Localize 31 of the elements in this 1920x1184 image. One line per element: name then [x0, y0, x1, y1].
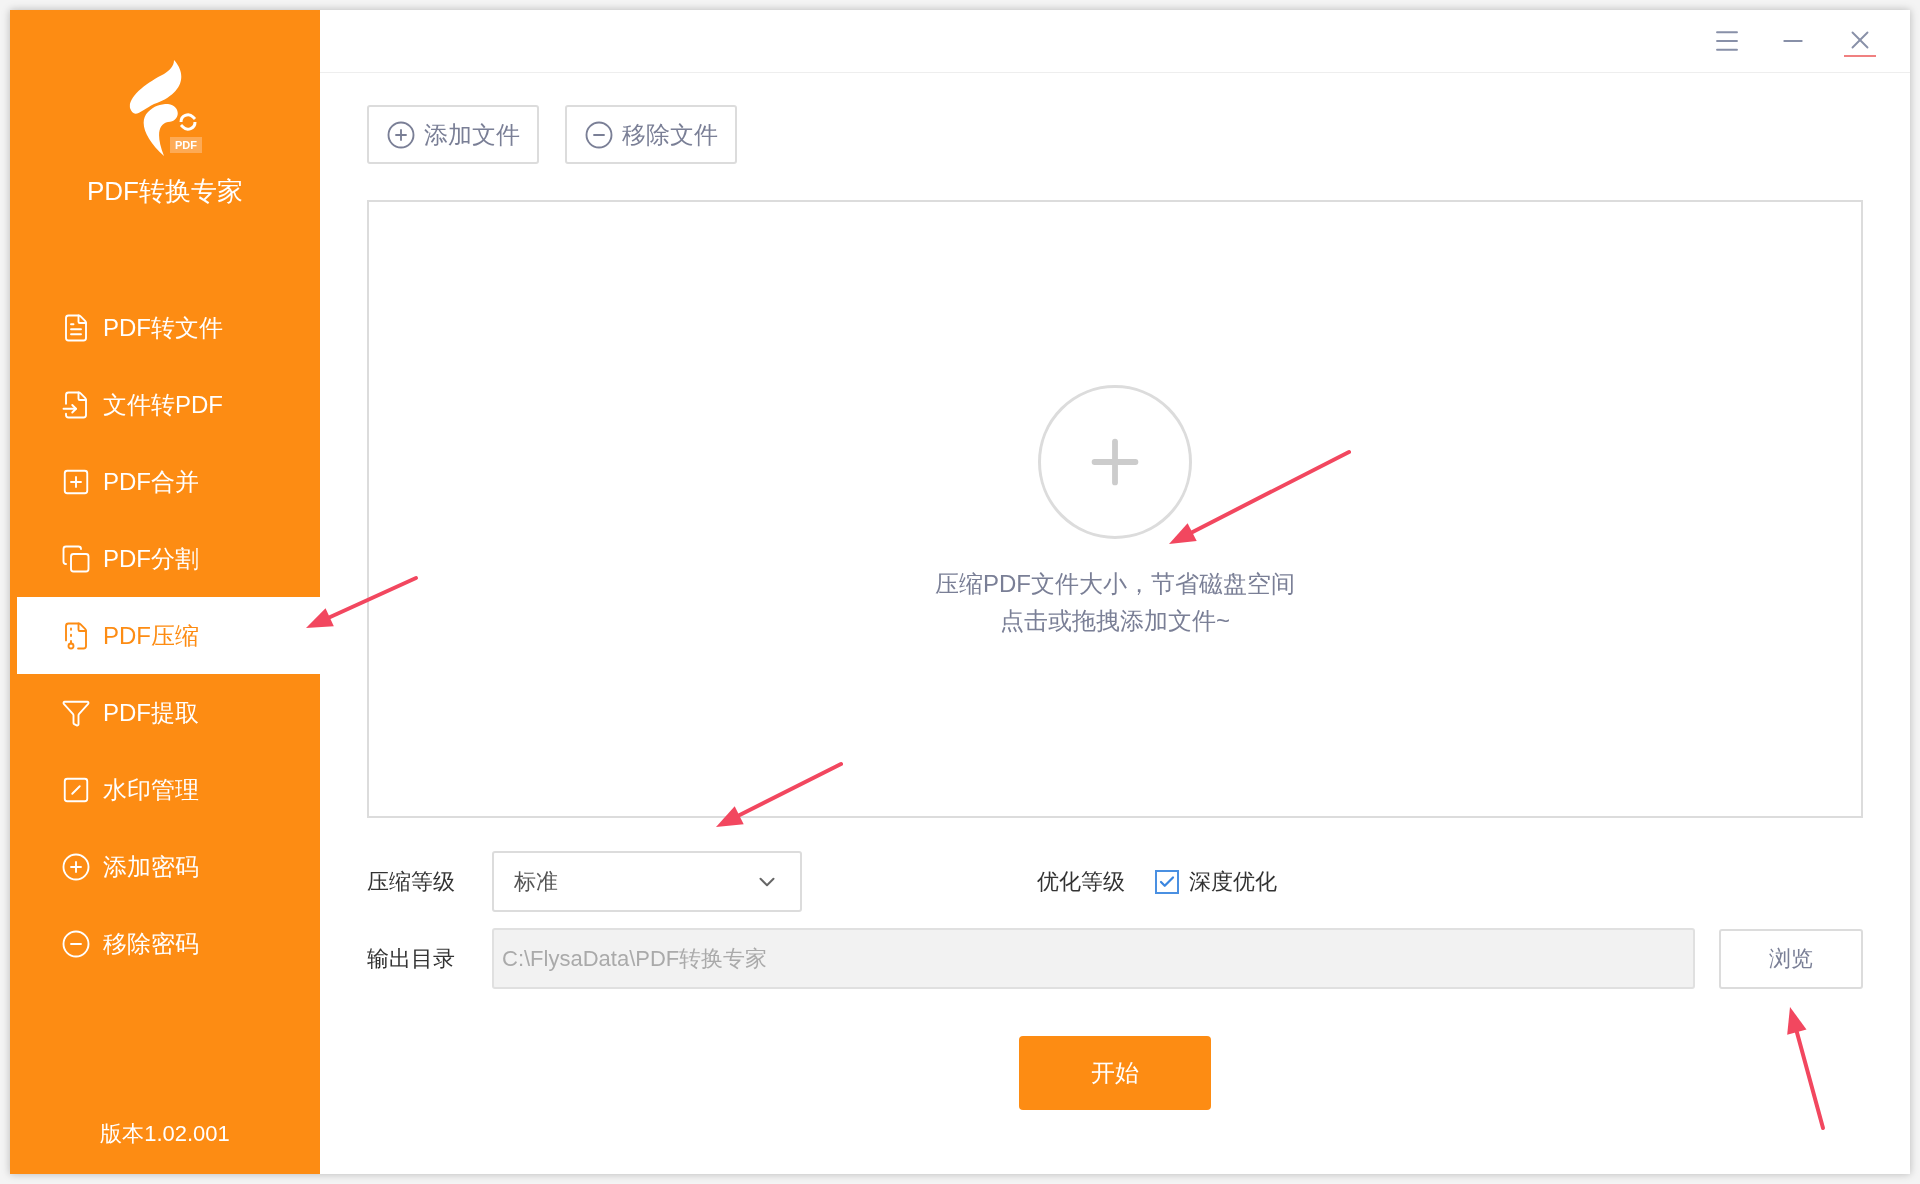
sidebar-item[interactable]: PDF提取	[17, 674, 320, 751]
drop-zone[interactable]: 压缩PDF文件大小，节省磁盘空间 点击或拖拽添加文件~	[367, 200, 1863, 818]
checkbox[interactable]	[1155, 869, 1179, 894]
app-title: PDF转换专家	[87, 175, 243, 208]
sidebar-item[interactable]: 添加密码	[17, 828, 320, 905]
version-label: 版本1.02.001	[99, 1120, 231, 1148]
sidebar-item[interactable]: PDF压缩	[17, 597, 320, 674]
compression-label: 压缩等级	[367, 868, 456, 896]
sidebar-item[interactable]: PDF分割	[17, 520, 320, 597]
minus-circle-icon	[61, 928, 91, 959]
browse-button[interactable]: 浏览	[1719, 928, 1863, 989]
output-path-field[interactable]: C:\FlysaData\PDF转换专家	[492, 928, 1695, 989]
sidebar-item[interactable]: 文件转PDF	[17, 366, 320, 443]
sidebar-item[interactable]: PDF转文件	[17, 289, 320, 366]
logo-badge: PDF	[170, 137, 202, 153]
hint-text: 点击或拖拽添加文件~	[1000, 606, 1230, 636]
add-file-button[interactable]: 添加文件	[367, 105, 539, 164]
sidebar-item[interactable]: 水印管理	[17, 751, 320, 828]
plus-circle-icon	[386, 119, 416, 150]
sidebar-item[interactable]: 移除密码	[17, 905, 320, 982]
remove-file-button[interactable]: 移除文件	[565, 105, 737, 164]
start-button[interactable]: 开始	[1019, 1036, 1211, 1110]
optimize-label: 优化等级	[1037, 868, 1125, 896]
hint-text: 压缩PDF文件大小，节省磁盘空间	[935, 569, 1295, 599]
sidebar-item[interactable]: PDF合并	[17, 443, 320, 520]
output-label: 输出目录	[367, 945, 456, 973]
copy-icon	[61, 543, 91, 574]
compression-dropdown[interactable]: 标准	[492, 851, 802, 912]
minus-circle-icon	[584, 119, 614, 150]
checkbox-label: 深度优化	[1189, 868, 1277, 896]
plus-circle-icon	[61, 851, 91, 882]
